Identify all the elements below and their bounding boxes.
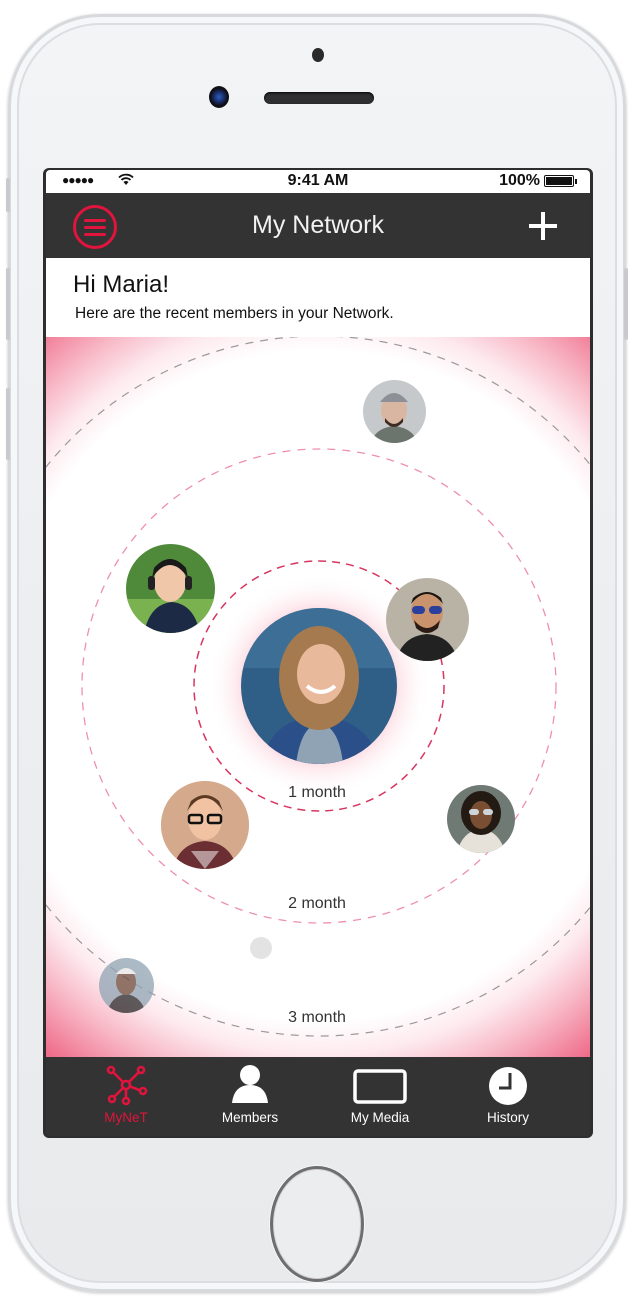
network-visualization: 1 month 2 month 3 month	[46, 337, 590, 1057]
greeting-subtitle: Here are the recent members in your Netw…	[75, 305, 394, 322]
ring-label-1-month: 1 month	[288, 784, 346, 801]
member-avatar[interactable]	[126, 544, 215, 633]
empty-member-slot[interactable]	[250, 937, 272, 959]
person-icon	[232, 1065, 268, 1103]
home-button[interactable]	[270, 1166, 364, 1282]
ring-label-2-month: 2 month	[288, 895, 346, 912]
proximity-sensor	[312, 48, 324, 62]
greeting-section: Hi Maria! Here are the recent members in…	[46, 258, 590, 337]
battery-icon	[544, 175, 577, 187]
add-member-button[interactable]	[529, 212, 557, 240]
member-avatar[interactable]	[161, 781, 249, 869]
tab-members[interactable]: Members	[182, 1057, 318, 1136]
front-camera	[209, 86, 229, 108]
member-avatar[interactable]	[447, 785, 515, 853]
battery-percent: 100%	[499, 172, 540, 189]
status-bar: ●●●●● 9:41 AM 100%	[46, 170, 590, 193]
power-button	[624, 268, 628, 340]
volume-down-button	[6, 388, 10, 460]
screen: ●●●●● 9:41 AM 100% My Network Hi Maria! …	[43, 168, 593, 1138]
media-frame-icon	[353, 1069, 407, 1104]
greeting-title: Hi Maria!	[73, 271, 170, 298]
clock-icon	[489, 1067, 527, 1105]
tab-label: MyNeT	[104, 1110, 148, 1125]
member-avatar[interactable]	[386, 578, 469, 661]
tab-history[interactable]: History	[440, 1057, 576, 1136]
tab-label: Members	[221, 1110, 279, 1125]
network-icon	[106, 1065, 148, 1106]
mute-switch	[6, 178, 10, 212]
tab-label: My Media	[350, 1110, 410, 1125]
volume-up-button	[6, 268, 10, 340]
bottom-tab-bar: MyNeT Members My Media History	[46, 1057, 590, 1136]
page-title: My Network	[252, 211, 384, 239]
app-header: My Network	[46, 193, 590, 258]
tab-mynet[interactable]: MyNeT	[58, 1057, 194, 1136]
center-member-avatar[interactable]	[241, 608, 397, 764]
member-avatar[interactable]	[363, 380, 426, 443]
tab-label: History	[486, 1110, 529, 1125]
member-avatar[interactable]	[99, 958, 154, 1013]
ring-label-3-month: 3 month	[288, 1009, 346, 1026]
tab-my-media[interactable]: My Media	[312, 1057, 448, 1136]
earpiece-speaker	[264, 92, 374, 104]
